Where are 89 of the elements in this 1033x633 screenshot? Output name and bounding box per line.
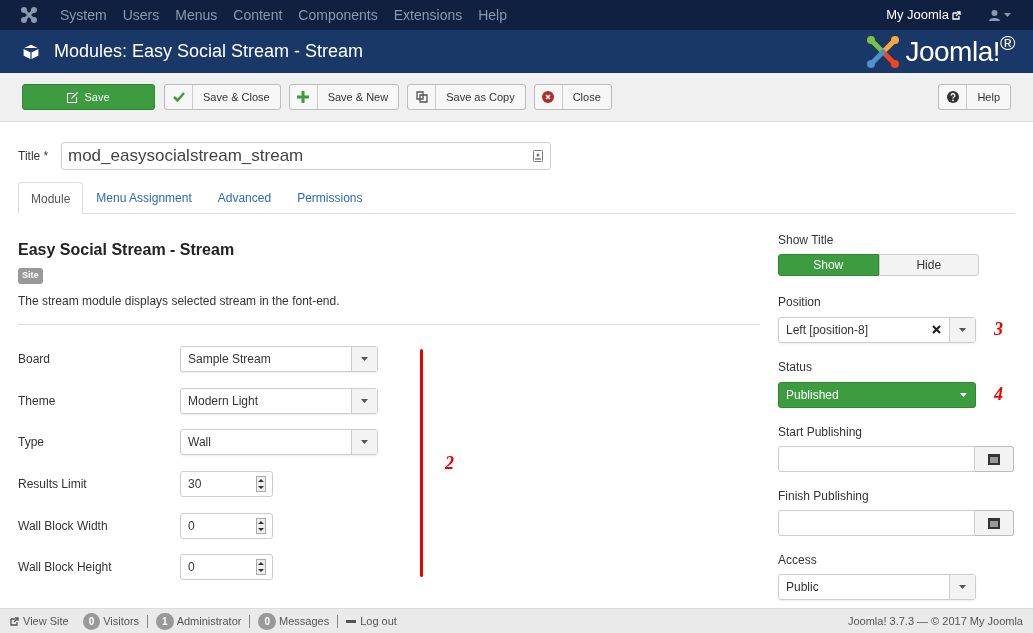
caret-icon	[959, 585, 966, 589]
menu-item[interactable]: Content	[233, 4, 283, 26]
toggle-option[interactable]: Hide	[878, 254, 979, 276]
toggle-option[interactable]: Show	[778, 254, 879, 276]
edit-icon	[67, 91, 79, 103]
annotation-number: 3	[994, 318, 1003, 341]
field-label: Show Title	[778, 232, 835, 249]
calendar-icon	[988, 517, 1000, 529]
minus-icon	[346, 619, 357, 623]
spinner-icon	[256, 476, 266, 493]
toolbar-button[interactable]: Close	[533, 84, 612, 110]
field-label: Wall Block Height	[18, 559, 113, 577]
version-text: Joomla! 3.7.3 — © 2017 My Joomla	[847, 613, 1023, 629]
tab[interactable]: Permissions	[284, 182, 376, 213]
external-link-icon	[952, 10, 961, 20]
field-label: Board	[18, 351, 52, 369]
help-button[interactable]: Help	[938, 84, 1011, 110]
caret-icon	[960, 392, 967, 397]
field-label: Results Limit	[18, 476, 88, 494]
spinner-icon	[256, 559, 266, 576]
external-link-icon	[10, 616, 19, 626]
caret-icon	[361, 440, 368, 445]
field-label: Position	[778, 294, 822, 311]
title-field[interactable]: mod_easysocialstream_stream	[61, 142, 551, 170]
select-field[interactable]: Left [position-8]	[778, 316, 976, 343]
field-label: Theme	[18, 392, 57, 410]
field-label: Type	[18, 434, 45, 452]
view-site-link[interactable]: View Site	[10, 612, 69, 630]
annotation-number: 2	[445, 451, 454, 475]
tab[interactable]: Advanced	[204, 182, 285, 213]
plus-icon	[297, 91, 310, 103]
logo-icon	[865, 33, 902, 70]
field-label: Status	[778, 359, 814, 376]
contact-card-icon	[533, 150, 543, 162]
status-link[interactable]: 0 Messages	[258, 612, 330, 630]
toolbar-button[interactable]: Save as Copy	[407, 84, 526, 110]
menu-item[interactable]: Users	[122, 4, 160, 26]
module-description: The stream module displays selected stream in the font-end.	[18, 292, 341, 310]
page-title: Modules: Easy Social Stream - Stream	[54, 40, 364, 63]
site-label: Site	[18, 268, 43, 284]
field-label: Title *	[18, 148, 50, 165]
tab[interactable]: Module	[18, 182, 84, 214]
caret-icon	[361, 357, 368, 362]
menu-item[interactable]: Menus	[175, 4, 218, 26]
field-label: Start Publishing	[778, 424, 864, 441]
calendar-icon	[988, 453, 1000, 465]
select-field[interactable]: Public	[778, 574, 976, 600]
caret-icon	[959, 327, 966, 332]
field-label: Access	[778, 552, 818, 569]
help-icon	[946, 91, 959, 103]
menu-item[interactable]: Extensions	[393, 4, 463, 26]
number-field[interactable]: 0	[180, 554, 273, 581]
annotation-number: 4	[994, 383, 1003, 406]
clear-icon	[932, 325, 941, 334]
joomla-icon	[20, 6, 38, 24]
toolbar-button[interactable]: Save & Close	[164, 84, 281, 110]
logo-text: Joomla!$^{®}$	[905, 30, 1015, 69]
select-field[interactable]: Modern Light	[180, 387, 378, 414]
date-field[interactable]	[778, 510, 975, 536]
toolbar-button[interactable]: Save & New	[288, 84, 400, 110]
check-icon	[172, 91, 185, 103]
calendar-button[interactable]	[975, 510, 1014, 536]
select-field[interactable]: Sample Stream	[180, 346, 378, 373]
close-circle-icon	[542, 91, 555, 103]
logout-link[interactable]: Log out	[346, 612, 397, 630]
site-link[interactable]: My Joomla	[886, 5, 961, 25]
field-label: Finish Publishing	[778, 488, 870, 505]
caret-icon	[1004, 13, 1011, 17]
status-dropdown[interactable]: Published	[778, 381, 976, 408]
select-field[interactable]: Wall	[180, 429, 378, 456]
calendar-button[interactable]	[975, 446, 1014, 472]
number-field[interactable]: 0	[180, 512, 273, 539]
menu-item[interactable]: System	[60, 4, 107, 26]
module-heading: Easy Social Stream - Stream	[18, 240, 236, 260]
menu-item[interactable]: Help	[478, 4, 507, 26]
save-button[interactable]: Save	[22, 84, 155, 110]
caret-icon	[361, 398, 368, 403]
user-icon	[989, 9, 1000, 21]
copy-icon	[415, 91, 428, 103]
spinner-icon	[256, 517, 266, 534]
number-field[interactable]: 30	[180, 471, 273, 498]
user-menu-button[interactable]	[989, 9, 1011, 21]
tab[interactable]: Menu Assignment	[83, 182, 205, 213]
status-link[interactable]: 1 Administrator	[156, 612, 242, 630]
date-field[interactable]	[778, 446, 975, 472]
status-link[interactable]: 0 Visitors	[82, 612, 140, 630]
menu-item[interactable]: Components	[298, 4, 378, 26]
cube-icon	[22, 42, 40, 61]
field-label: Wall Block Width	[18, 517, 109, 535]
